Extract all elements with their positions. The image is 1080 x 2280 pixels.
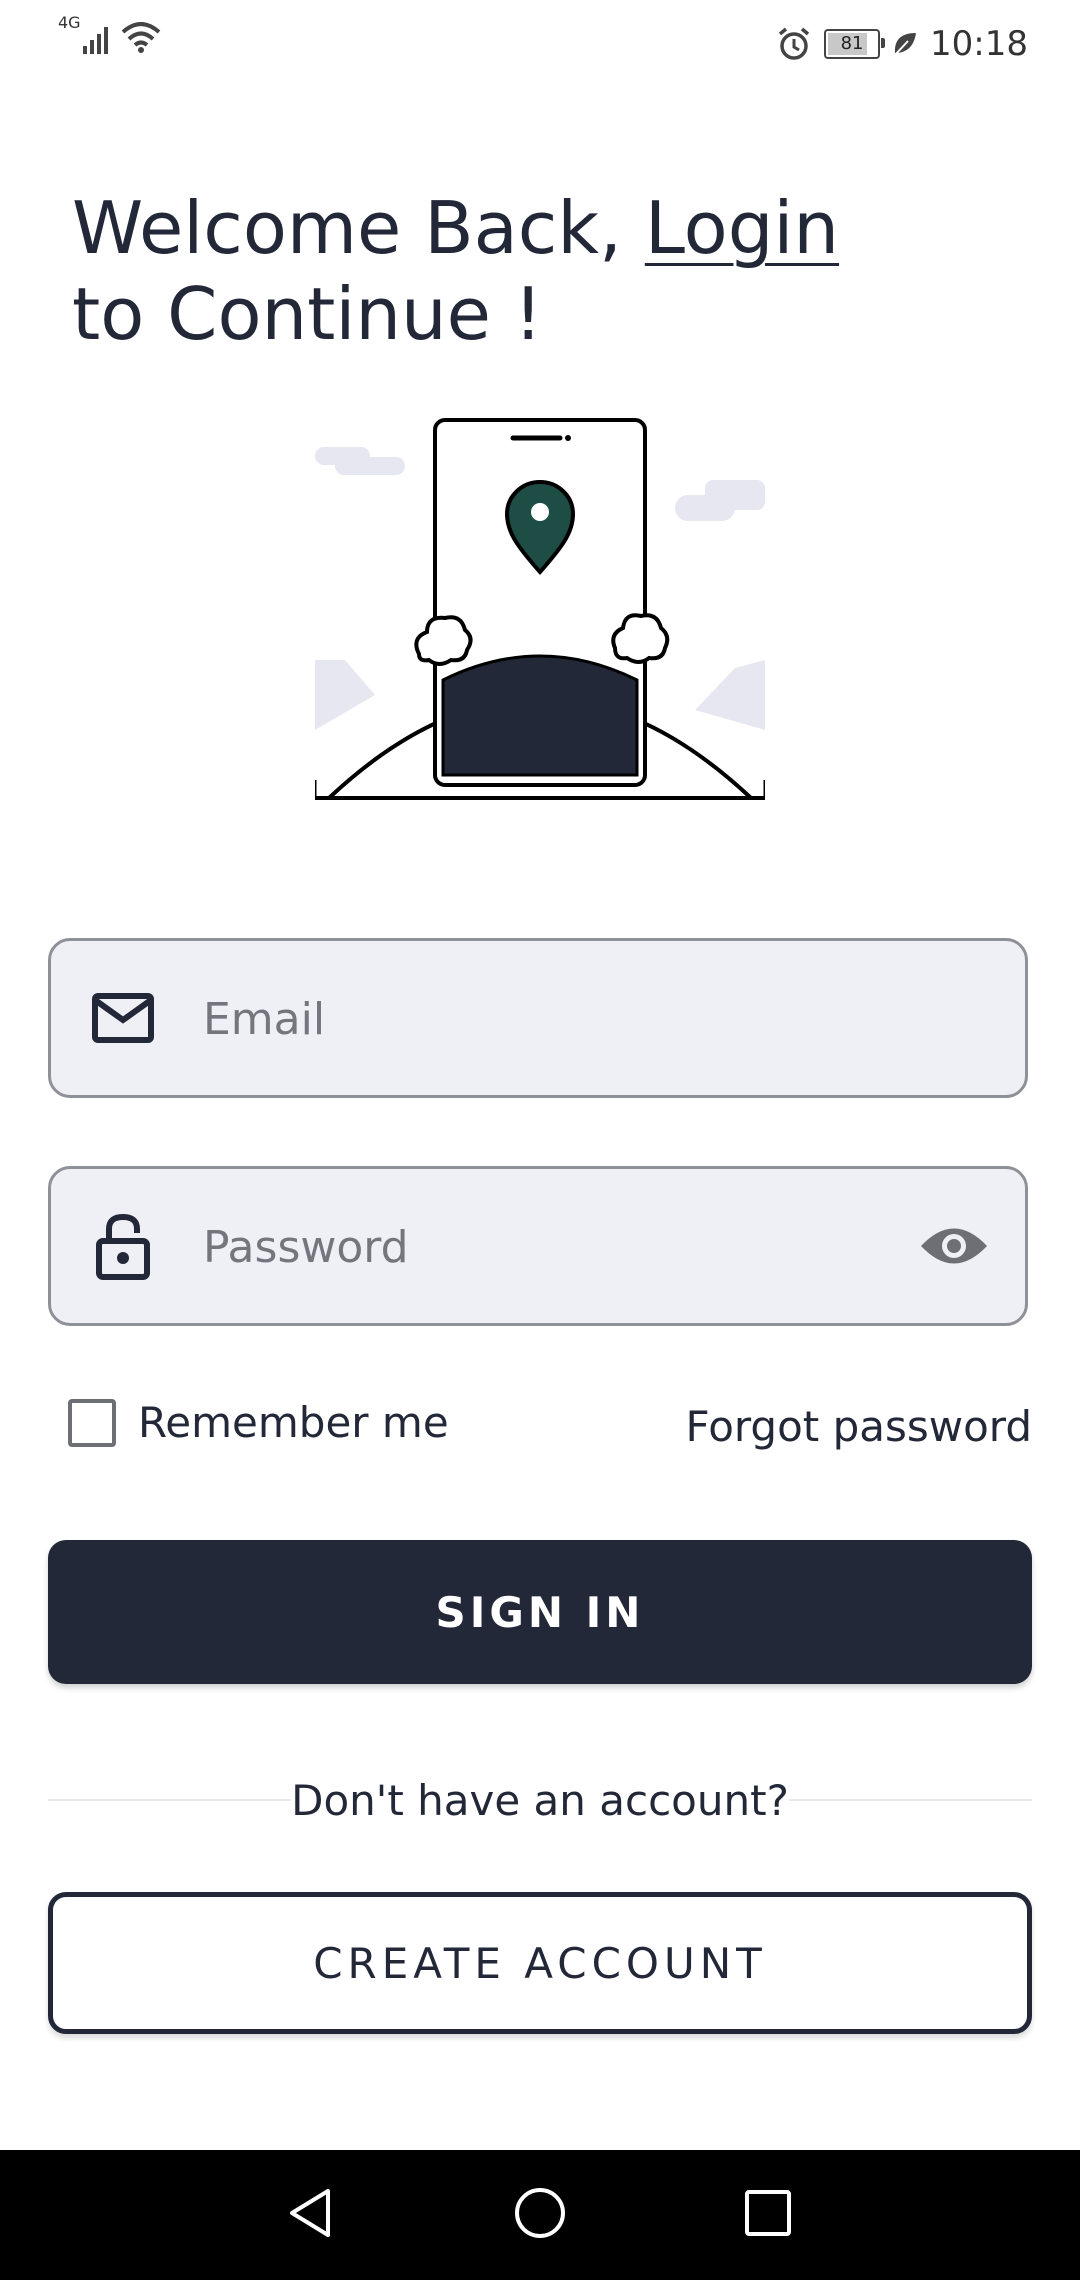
remember-me[interactable]: Remember me	[68, 1398, 449, 1447]
phone-hill-fill	[441, 654, 639, 777]
signal-icon	[82, 27, 108, 54]
sign-in-button[interactable]: SIGN IN	[48, 1540, 1032, 1684]
divider-line-right	[789, 1799, 1032, 1801]
clock: 10:18	[930, 24, 1028, 64]
remember-me-checkbox[interactable]	[68, 1398, 116, 1447]
building-right	[695, 660, 765, 730]
email-field[interactable]	[48, 938, 1028, 1098]
alarm-icon	[778, 27, 810, 60]
account-divider: Don't have an account?	[48, 1770, 1032, 1830]
back-icon[interactable]	[282, 2183, 342, 2243]
status-left: 4G	[58, 13, 161, 54]
leaf-icon	[894, 33, 917, 56]
battery-level: 81	[840, 33, 864, 54]
mail-icon	[92, 993, 154, 1043]
building-left	[315, 660, 375, 730]
create-account-button[interactable]: CREATE ACCOUNT	[48, 1892, 1032, 2034]
password-field[interactable]	[48, 1166, 1028, 1326]
forgot-password-link[interactable]: Forgot password	[686, 1402, 1032, 1451]
title-prefix: Welcome Back,	[72, 186, 645, 270]
home-icon[interactable]	[510, 2183, 570, 2243]
page-title: Welcome Back, Login to Continue !	[72, 185, 972, 357]
status-right: 81 10:18	[776, 24, 1028, 64]
eye-icon[interactable]	[919, 1223, 989, 1269]
status-bar: 4G 81 10:18	[0, 0, 1080, 90]
lock-icon	[96, 1213, 150, 1280]
remember-me-label: Remember me	[138, 1398, 449, 1447]
location-phone-illustration	[315, 418, 765, 800]
network-type: 4G	[58, 13, 81, 32]
email-input[interactable]	[201, 941, 905, 1097]
password-input[interactable]	[201, 1169, 905, 1325]
title-line2: to Continue !	[72, 272, 543, 356]
wifi-icon	[121, 22, 160, 53]
system-nav-bar	[0, 2150, 1080, 2280]
tree-left	[414, 615, 473, 666]
recents-icon[interactable]	[738, 2183, 798, 2243]
title-login-link: Login	[644, 186, 840, 270]
battery-indicator: 81	[824, 29, 886, 59]
